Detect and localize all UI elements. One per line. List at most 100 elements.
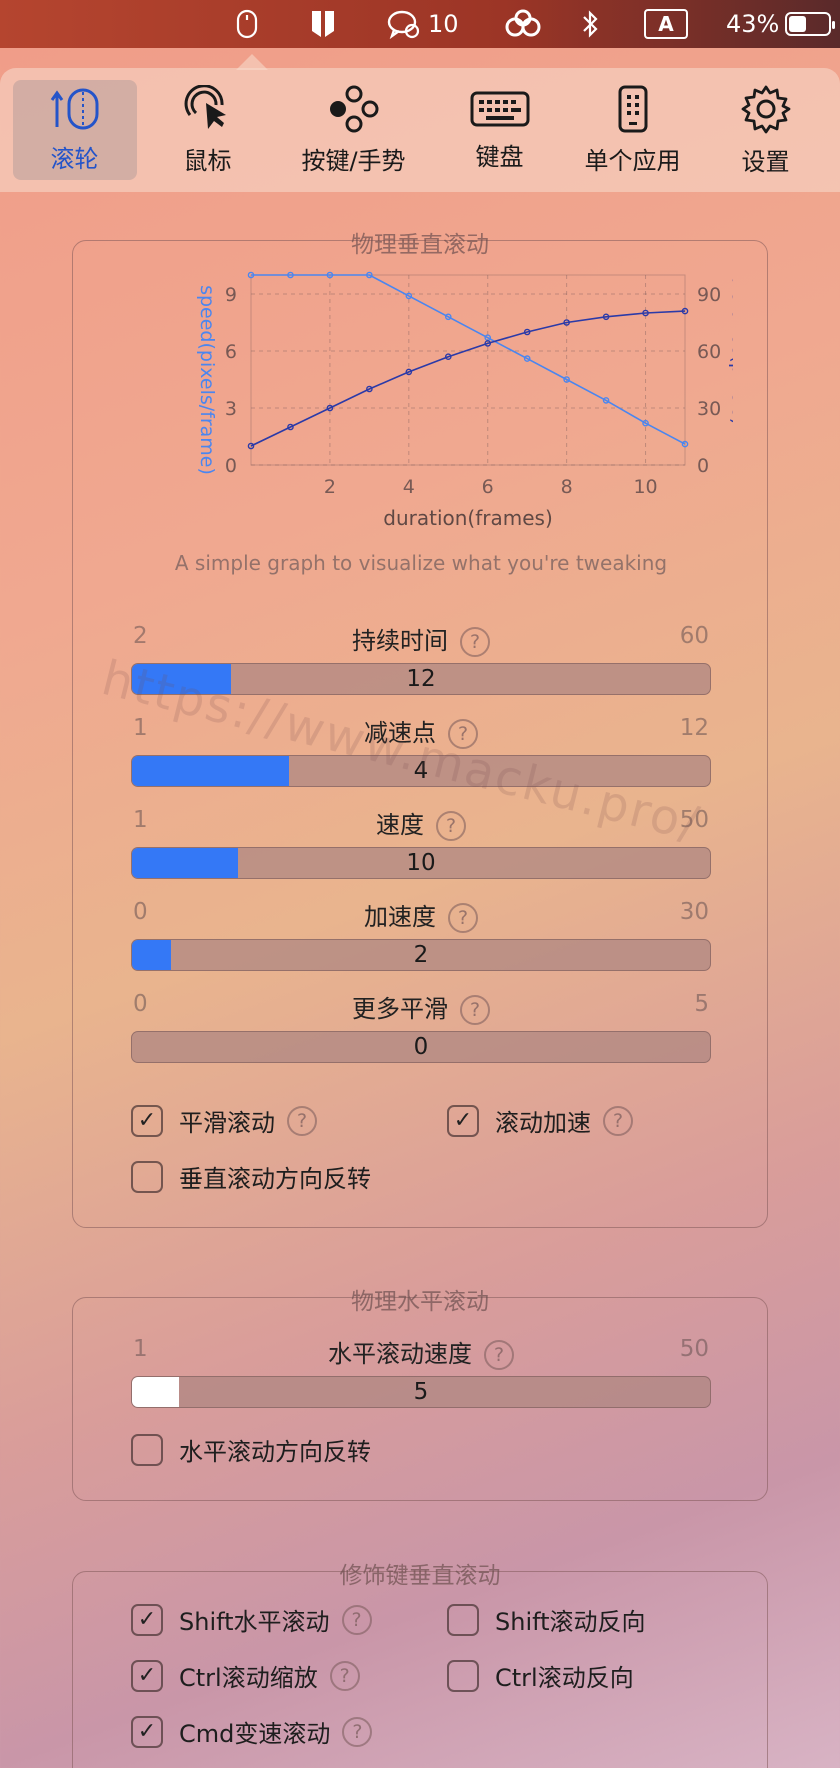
group-title: 物理水平滚动 [351, 1289, 489, 1315]
ctrl-zoom-checkbox[interactable]: ✓ Ctrl滚动缩放 ? [131, 1658, 360, 1693]
app-device-icon [618, 85, 647, 132]
checkbox-box[interactable] [131, 1433, 163, 1466]
slider-label-wrap: 更多平滑? [131, 989, 711, 1025]
help-icon[interactable]: ? [484, 1340, 514, 1370]
checkbox-box[interactable] [131, 1160, 163, 1193]
y-tick-label: 0 [225, 455, 237, 477]
help-icon[interactable]: ? [287, 1105, 317, 1136]
checkbox-box[interactable] [447, 1603, 479, 1636]
slider-label-wrap: 水平滚动速度? [131, 1334, 711, 1370]
checkbox-box[interactable] [447, 1659, 479, 1692]
y-tick-label: 9 [225, 284, 237, 306]
y-tick-label: 3 [225, 398, 237, 420]
shift-horizontal-checkbox[interactable]: ✓ Shift水平滚动 ? [131, 1602, 372, 1637]
tab-mouse[interactable]: 鼠标 [146, 80, 270, 180]
gesture-buttons-icon [329, 85, 378, 132]
smoothing-slider[interactable]: 0 [131, 1031, 711, 1063]
cmd-speed-checkbox[interactable]: ✓ Cmd变速滚动 ? [131, 1714, 373, 1749]
input-method-label: A [644, 9, 688, 39]
slider-smoothing: 0 更多平滑? 5 0 [131, 987, 711, 1075]
tab-scroll-wheel[interactable]: 滚轮 [12, 80, 137, 180]
mouse-pointer-icon [184, 84, 226, 129]
smooth-scroll-checkbox[interactable]: ✓ 平滑滚动 ? [131, 1103, 317, 1138]
horizontal-scroll-group: 物理水平滚动 1 水平滚动速度? 50 5 水平滚动方向反转 [72, 1289, 768, 1501]
keyboard-icon [470, 91, 529, 126]
checkbox-box[interactable]: ✓ [131, 1603, 163, 1636]
y-right-axis-label: distance(pixels) [728, 275, 733, 425]
tab-label: 滚轮 [50, 144, 99, 173]
slider-label-wrap: 加速度? [131, 897, 711, 933]
x-tick-label: 4 [403, 476, 415, 498]
tab-label: 设置 [741, 147, 790, 176]
help-icon[interactable]: ? [342, 1716, 373, 1747]
x-tick-label: 2 [324, 476, 336, 498]
checkbox-label: 水平滚动方向反转 [179, 1438, 371, 1466]
tab-keyboard[interactable]: 键盘 [438, 80, 562, 180]
tab-per-app[interactable]: 单个应用 [571, 80, 695, 180]
y-right-tick-label: 30 [697, 398, 721, 420]
series-line-distance [250, 310, 686, 447]
plot-frame [250, 274, 686, 466]
help-icon[interactable]: ? [460, 995, 490, 1025]
tab-settings[interactable]: 设置 [704, 80, 828, 180]
help-icon[interactable]: ? [436, 811, 466, 841]
checkbox-label: Ctrl滚动缩放 [179, 1664, 318, 1692]
scroll-acceleration-checkbox[interactable]: ✓ 滚动加速 ? [447, 1103, 633, 1138]
checkbox-label: 垂直滚动方向反转 [179, 1165, 371, 1193]
chart-caption: A simple graph to visualize what you're … [174, 551, 668, 575]
help-icon[interactable]: ? [603, 1105, 633, 1136]
slider-label-wrap: 持续时间? [131, 621, 711, 657]
acceleration-slider[interactable]: 2 [131, 939, 711, 971]
slider-value: 10 [406, 850, 436, 876]
mouse-menu-icon[interactable] [236, 6, 258, 42]
x-tick-label: 6 [482, 476, 494, 498]
y-right-tick-label: 60 [697, 341, 721, 363]
input-method-indicator[interactable]: A [644, 6, 688, 42]
preferences-toolbar: 滚轮 鼠标 按键/手势 键盘 单个应用 设置 [0, 68, 840, 192]
checkbox-label: 滚动加速 [495, 1109, 591, 1137]
ctrl-reverse-checkbox[interactable]: Ctrl滚动反向 [447, 1658, 634, 1693]
scroll-curve-chart: 2 4 6 8 10 0 3 6 9 0 30 60 90 duration(frames) speed(p… [113, 265, 750, 595]
checkbox-box[interactable]: ✓ [131, 1715, 163, 1748]
slider-max: 5 [694, 991, 709, 1017]
chart-svg: 2 4 6 8 1003690306090duration(frames)speed(p… [196, 271, 750, 530]
wechat-menu[interactable]: 10 [386, 6, 459, 42]
slider-max: 60 [679, 623, 709, 649]
checkbox-label: Cmd变速滚动 [179, 1720, 331, 1748]
slider-label: 水平滚动速度 [328, 1340, 472, 1368]
help-icon[interactable]: ? [460, 627, 490, 657]
x-tick-label: 10 [633, 476, 657, 498]
slider-acceleration: 0 加速度? 30 2 [131, 895, 711, 983]
help-icon[interactable]: ? [448, 903, 478, 933]
series-line-speed [251, 274, 686, 445]
checkbox-box[interactable]: ✓ [131, 1659, 163, 1692]
tab-buttons-gestures[interactable]: 按键/手势 [279, 80, 429, 180]
battery-percent: 43% [726, 10, 780, 38]
reverse-horizontal-checkbox[interactable]: 水平滚动方向反转 [131, 1432, 371, 1467]
battery-status[interactable]: 43% [726, 6, 836, 42]
checkbox-box[interactable]: ✓ [447, 1104, 479, 1137]
bookmark-app-icon[interactable] [310, 6, 336, 42]
slider-label: 更多平滑 [352, 995, 448, 1023]
slider-max: 30 [679, 899, 709, 925]
slider-value: 0 [413, 1034, 429, 1060]
slider-value: 2 [413, 942, 429, 968]
tab-label: 单个应用 [584, 146, 681, 175]
group-title: 物理垂直滚动 [351, 232, 489, 258]
bluetooth-icon[interactable] [580, 6, 600, 42]
help-icon[interactable]: ? [329, 1660, 360, 1691]
battery-level-fill [789, 16, 806, 32]
checkbox-box[interactable]: ✓ [131, 1104, 163, 1137]
speed-slider[interactable]: 10 [131, 847, 711, 879]
shift-reverse-checkbox[interactable]: Shift滚动反向 [447, 1602, 646, 1637]
reverse-vertical-checkbox[interactable]: 垂直滚动方向反转 [131, 1159, 371, 1194]
help-icon[interactable]: ? [341, 1604, 372, 1635]
slider-max: 50 [679, 1336, 709, 1362]
checkbox-label: Ctrl滚动反向 [495, 1664, 634, 1692]
slider-label: 持续时间 [352, 627, 448, 655]
creative-cloud-icon[interactable] [502, 6, 544, 42]
horizontal-speed-slider[interactable]: 5 [131, 1376, 711, 1408]
checkbox-label: Shift滚动反向 [495, 1608, 646, 1636]
y-right-tick-label: 90 [697, 284, 721, 306]
y-tick-label: 6 [225, 341, 237, 363]
